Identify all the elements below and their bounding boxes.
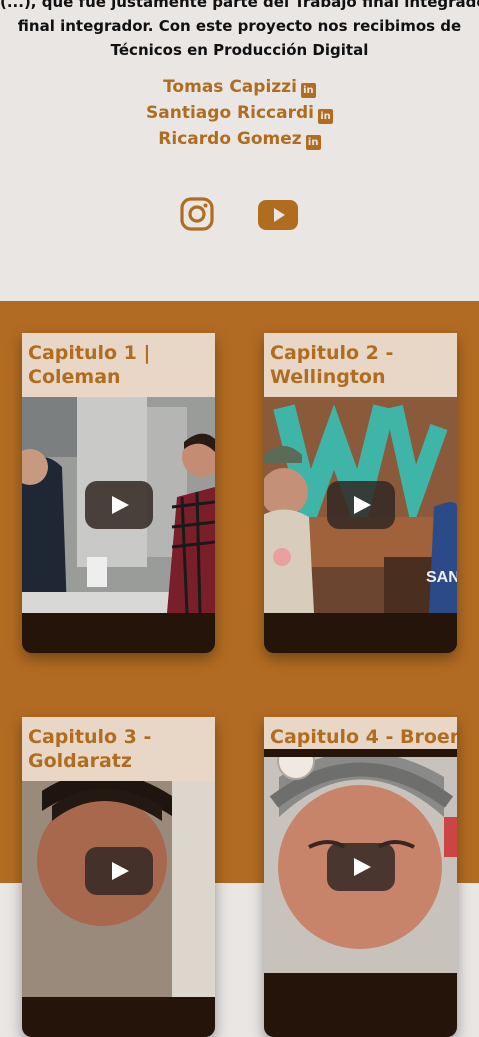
video-thumbnail[interactable] — [22, 397, 215, 613]
credits-list: Tomas Capizzi in Santiago Riccardi in Rica… — [0, 74, 479, 152]
thumbnail-caption: SANT — [426, 569, 457, 586]
credit-link-santiago[interactable]: Santiago Riccardi in — [0, 100, 479, 126]
credit-link-tomas[interactable]: Tomas Capizzi in — [0, 74, 479, 100]
play-button[interactable] — [326, 481, 395, 529]
video-thumbnail[interactable] — [264, 757, 457, 973]
intro-line-1: (...), que fue justamente parte del Trab… — [0, 0, 479, 11]
chapter-title: Capitulo 1 | Coleman — [22, 333, 215, 397]
intro-text: (...), que fue justamente parte del Trab… — [0, 0, 479, 62]
chapter-card-1[interactable]: Capitulo 1 | Coleman — [22, 333, 215, 653]
play-button[interactable] — [326, 843, 395, 891]
chapter-card-3[interactable]: Capitulo 3 - Goldaratz — [22, 717, 215, 1037]
video-thumbnail[interactable]: SANT — [264, 397, 457, 613]
linkedin-icon: in — [305, 135, 321, 150]
credit-name: Tomas Capizzi — [163, 77, 297, 97]
video-thumbnail[interactable] — [22, 781, 215, 997]
credit-name: Ricardo Gomez — [158, 129, 302, 149]
play-button[interactable] — [84, 481, 153, 529]
instagram-icon[interactable] — [179, 196, 215, 232]
credit-link-ricardo[interactable]: Ricardo Gomez in — [0, 126, 479, 152]
intro-line-2: final integrador. Con este proyecto nos … — [17, 17, 462, 35]
linkedin-icon: in — [317, 109, 333, 124]
chapter-title: Capitulo 4 - Broers — [264, 717, 457, 749]
youtube-icon[interactable] — [258, 200, 298, 230]
credit-name: Santiago Riccardi — [146, 103, 314, 123]
chapters-section: Capitulo 1 | Coleman Capitulo 2 - Wellin… — [0, 301, 479, 1037]
about-section: (...), que fue justamente parte del Trab… — [0, 0, 479, 301]
chapter-card-4[interactable]: Capitulo 4 - Broers — [264, 717, 457, 1037]
play-button[interactable] — [84, 847, 153, 895]
chapter-title: Capitulo 2 - Wellington — [264, 333, 457, 397]
chapter-card-2[interactable]: Capitulo 2 - Wellington SANT — [264, 333, 457, 653]
intro-line-3: Técnicos en Producción Digital — [110, 41, 369, 59]
linkedin-icon: in — [300, 83, 316, 98]
chapter-title: Capitulo 3 - Goldaratz — [22, 717, 215, 781]
